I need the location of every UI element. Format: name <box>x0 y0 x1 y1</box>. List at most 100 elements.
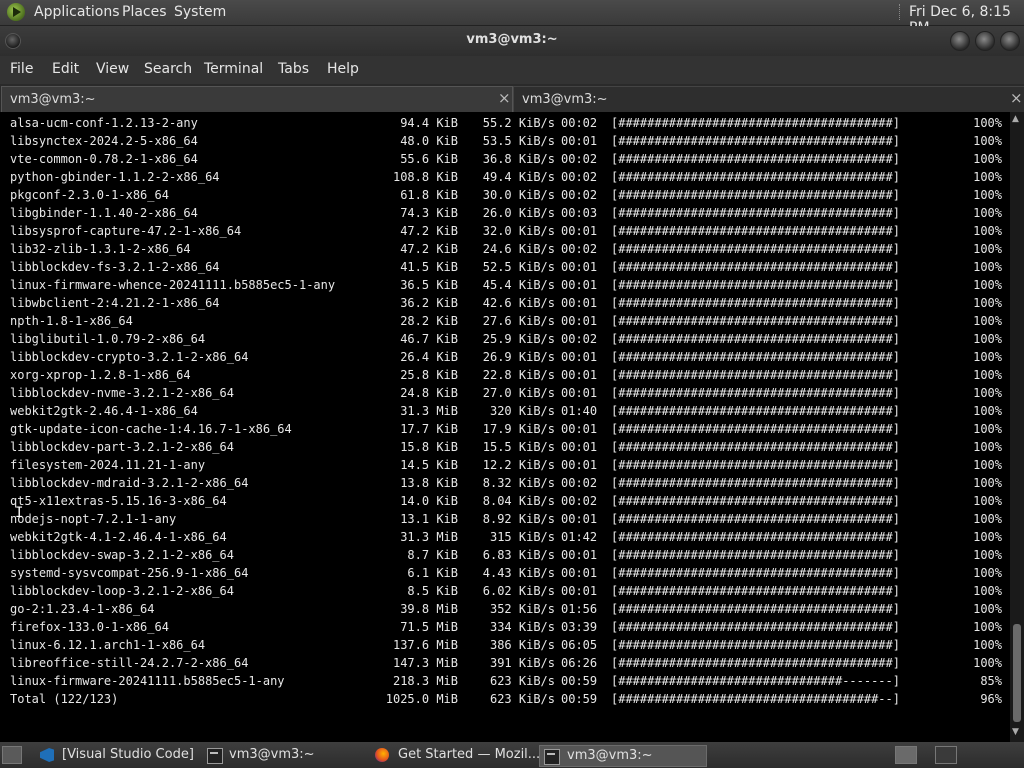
maximize-button[interactable] <box>975 31 995 51</box>
download-eta: 00:01 <box>561 350 598 364</box>
download-speed: 315 KiB/s <box>489 530 555 544</box>
terminal-scrollbar[interactable]: ▲ ▼ <box>1010 112 1024 742</box>
package-size: 218.3 MiB <box>392 674 458 688</box>
progress-percent: 100% <box>973 548 1002 562</box>
progress-percent: 100% <box>973 116 1002 130</box>
download-speed: 15.5 KiB/s <box>482 440 555 454</box>
progress-percent: 100% <box>973 134 1002 148</box>
download-speed: 26.9 KiB/s <box>482 350 555 364</box>
progress-bar-text: [######################################] <box>611 620 900 634</box>
scroll-up-arrow-icon[interactable]: ▲ <box>1012 114 1019 124</box>
package-name: libsysprof-capture-47.2-1-x86_64 <box>10 224 242 238</box>
package-name: libreoffice-still-24.2.7-2-x86_64 <box>10 656 249 670</box>
progress-percent: 100% <box>973 530 1002 544</box>
package-name: libblockdev-loop-3.2.1-2-x86_64 <box>10 584 234 598</box>
download-speed: 25.9 KiB/s <box>482 332 555 346</box>
progress-percent: 100% <box>973 296 1002 310</box>
tab-terminal-2[interactable]: vm3@vm3:~ × <box>513 86 1024 112</box>
terminal-output[interactable]: alsa-ucm-conf-1.2.13-2-any 94.4 KiB 55.2 K… <box>0 112 1010 742</box>
progress-bar-text: [######################################] <box>611 566 900 580</box>
tab-terminal-1[interactable]: vm3@vm3:~ × <box>1 86 513 112</box>
task-terminal-2[interactable]: vm3@vm3:~ <box>539 745 707 767</box>
download-eta: 06:26 <box>561 656 598 670</box>
download-eta: 00:02 <box>561 494 598 508</box>
download-speed: 42.6 KiB/s <box>482 296 555 310</box>
workspace-1[interactable] <box>895 746 917 764</box>
download-eta: 01:56 <box>561 602 598 616</box>
menu-view[interactable]: View <box>96 61 129 77</box>
progress-percent: 100% <box>973 170 1002 184</box>
progress-percent: 100% <box>973 206 1002 220</box>
progress-bar-text: [######################################] <box>611 548 900 562</box>
progress-percent: 85% <box>980 674 1002 688</box>
task-terminal-1[interactable]: vm3@vm3:~ <box>203 745 365 765</box>
applications-logo-icon[interactable] <box>7 3 25 21</box>
progress-percent: 100% <box>973 656 1002 670</box>
progress-bar-text: [######################################] <box>611 386 900 400</box>
progress-percent: 100% <box>973 242 1002 256</box>
download-eta: 00:01 <box>561 224 598 238</box>
package-name: libblockdev-swap-3.2.1-2-x86_64 <box>10 548 234 562</box>
minimize-button[interactable] <box>950 31 970 51</box>
task-label: vm3@vm3:~ <box>229 747 315 762</box>
progress-percent: 100% <box>973 332 1002 346</box>
terminal-icon <box>207 748 223 764</box>
menu-tabs[interactable]: Tabs <box>278 61 309 77</box>
package-size: 47.2 KiB <box>400 224 458 238</box>
download-eta: 01:42 <box>561 530 598 544</box>
window-titlebar[interactable]: vm3@vm3:~ <box>0 26 1024 56</box>
download-speed: 30.0 KiB/s <box>482 188 555 202</box>
progress-percent: 100% <box>973 224 1002 238</box>
menu-terminal[interactable]: Terminal <box>204 61 263 77</box>
package-size: 17.7 KiB <box>400 422 458 436</box>
progress-percent: 100% <box>973 440 1002 454</box>
package-name: libwbclient-2:4.21.2-1-x86_64 <box>10 296 220 310</box>
download-eta: 00:01 <box>561 548 598 562</box>
task-firefox[interactable]: Get Started — Mozil... <box>371 745 540 765</box>
progress-bar-text: [######################################] <box>611 476 900 490</box>
package-name: firefox-133.0-1-x86_64 <box>10 620 169 634</box>
download-speed: 32.0 KiB/s <box>482 224 555 238</box>
package-size: 1025.0 MiB <box>385 692 458 706</box>
menu-help[interactable]: Help <box>327 61 359 77</box>
package-size: 8.7 KiB <box>407 548 458 562</box>
progress-bar-text: [######################################] <box>611 602 900 616</box>
scroll-down-arrow-icon[interactable]: ▼ <box>1012 727 1019 737</box>
show-desktop-icon[interactable] <box>2 746 22 764</box>
download-speed: 386 KiB/s <box>489 638 555 652</box>
progress-bar-text: [######################################] <box>611 278 900 292</box>
package-size: 36.2 KiB <box>400 296 458 310</box>
package-size: 137.6 MiB <box>392 638 458 652</box>
progress-percent: 100% <box>973 152 1002 166</box>
download-speed: 334 KiB/s <box>489 620 555 634</box>
download-eta: 01:40 <box>561 404 598 418</box>
download-speed: 27.6 KiB/s <box>482 314 555 328</box>
progress-bar-text: [######################################] <box>611 350 900 364</box>
top-panel: Applications Places System Fri Dec 6, 8:… <box>0 0 1024 36</box>
progress-bar-text: [######################################] <box>611 530 900 544</box>
download-eta: 00:01 <box>561 422 598 436</box>
progress-percent: 100% <box>973 278 1002 292</box>
package-name: xorg-xprop-1.2.8-1-x86_64 <box>10 368 191 382</box>
tab-close-icon[interactable]: × <box>498 89 511 107</box>
system-menu[interactable]: System <box>174 4 226 20</box>
applications-menu[interactable]: Applications <box>34 4 120 20</box>
package-name: libblockdev-fs-3.2.1-2-x86_64 <box>10 260 220 274</box>
close-button[interactable] <box>1000 31 1020 51</box>
download-speed: 17.9 KiB/s <box>482 422 555 436</box>
tab-close-icon[interactable]: × <box>1010 89 1023 107</box>
download-speed: 8.32 KiB/s <box>482 476 555 490</box>
menu-file[interactable]: File <box>10 61 33 77</box>
package-size: 28.2 KiB <box>400 314 458 328</box>
progress-bar-text: [######################################] <box>611 152 900 166</box>
menu-edit[interactable]: Edit <box>52 61 79 77</box>
package-name: qt5-x11extras-5.15.16-3-x86_64 <box>10 494 227 508</box>
download-eta: 00:02 <box>561 476 598 490</box>
menu-search[interactable]: Search <box>144 61 192 77</box>
progress-bar-text: [######################################] <box>611 170 900 184</box>
progress-percent: 100% <box>973 422 1002 436</box>
scrollbar-thumb[interactable] <box>1013 624 1021 722</box>
workspace-2[interactable] <box>935 746 957 764</box>
task-vscode[interactable]: [Visual Studio Code] <box>36 745 196 765</box>
places-menu[interactable]: Places <box>122 4 167 20</box>
